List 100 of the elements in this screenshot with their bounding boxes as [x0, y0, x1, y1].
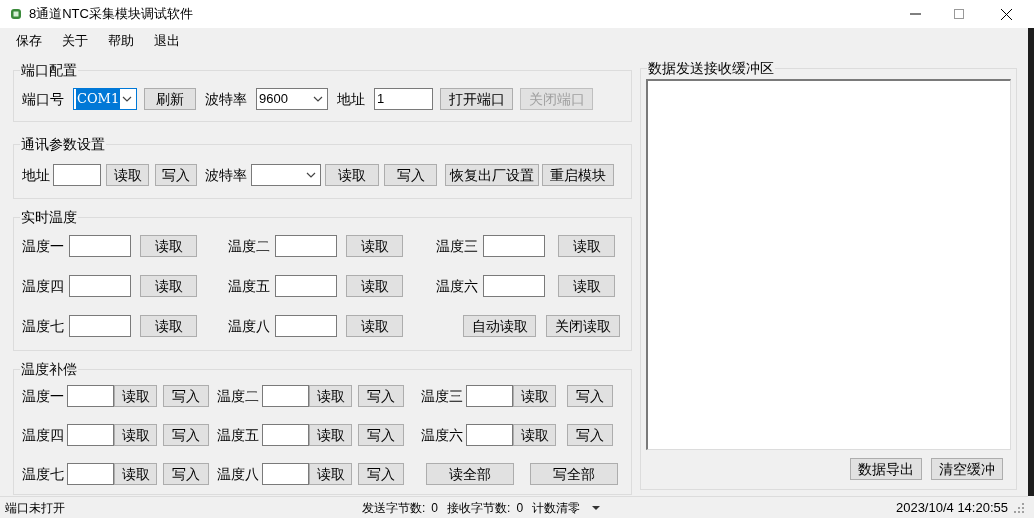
port-dropdown[interactable]: COM1: [73, 88, 137, 110]
maximize-icon[interactable]: [954, 9, 964, 19]
field-label: 温度六: [421, 425, 464, 445]
status-time: 2023/10/4 14:20:55: [895, 498, 1008, 517]
field-label: 温度五: [228, 276, 271, 296]
button[interactable]: 读取: [558, 275, 615, 297]
baud-dropdown[interactable]: [251, 164, 321, 186]
button[interactable]: 读取: [106, 164, 149, 186]
button[interactable]: 读取: [114, 424, 157, 446]
button[interactable]: 写入: [358, 463, 404, 485]
button[interactable]: 写入: [163, 463, 209, 485]
window-title: 8通道NTC采集模块调试软件: [29, 5, 193, 24]
menu-item[interactable]: 退出: [154, 31, 180, 51]
status-text: 端口未打开: [5, 499, 65, 517]
button[interactable]: 读取: [309, 424, 352, 446]
button[interactable]: 写入: [163, 424, 209, 446]
field-label: 温度八: [228, 316, 271, 336]
button[interactable]: 写入: [358, 424, 404, 446]
compensation-field[interactable]: [466, 424, 513, 446]
field-label: 温度七: [22, 316, 65, 336]
button[interactable]: 读取: [513, 385, 556, 407]
button[interactable]: 写入: [567, 424, 613, 446]
chevron-down-icon: [306, 172, 316, 178]
button[interactable]: 写入: [163, 385, 209, 407]
compensation-field[interactable]: [262, 385, 309, 407]
field-label: 温度二: [228, 236, 271, 256]
chevron-down-icon: [313, 96, 323, 102]
button[interactable]: 读全部: [426, 463, 514, 485]
temperature-field[interactable]: [69, 315, 131, 337]
menu-item[interactable]: 保存: [16, 31, 42, 51]
button[interactable]: 写入: [384, 164, 437, 186]
status-text: 接收字节数:: [447, 499, 511, 517]
button[interactable]: 重启模块: [542, 164, 614, 186]
field-label: 温度三: [436, 236, 479, 256]
address-field[interactable]: 1: [374, 88, 433, 110]
menu-item[interactable]: 关于: [62, 31, 88, 51]
compensation-field[interactable]: [67, 463, 114, 485]
reset-counter-dropdown[interactable]: 计数清零: [532, 498, 601, 517]
button[interactable]: 读取: [346, 235, 403, 257]
button[interactable]: 读取: [558, 235, 615, 257]
field-label: 温度三: [421, 386, 464, 406]
button[interactable]: 读取: [513, 424, 556, 446]
group-title: 温度补偿: [20, 360, 78, 379]
field-label: 地址: [22, 165, 50, 185]
temperature-field[interactable]: [275, 235, 337, 257]
menu-item[interactable]: 帮助: [108, 31, 134, 51]
field-label: 端口号: [22, 89, 64, 109]
button[interactable]: 读取: [140, 315, 197, 337]
button[interactable]: 恢复出厂设置: [445, 164, 539, 186]
button[interactable]: 读取: [140, 235, 197, 257]
button[interactable]: 打开端口: [440, 88, 513, 110]
compensation-field[interactable]: [466, 385, 513, 407]
button[interactable]: 自动读取: [463, 315, 536, 337]
group-title: 通讯参数设置: [20, 135, 106, 154]
status-text: 0: [431, 499, 439, 517]
button[interactable]: 读取: [309, 385, 352, 407]
close-icon[interactable]: [1001, 8, 1012, 20]
button[interactable]: 写入: [155, 164, 197, 186]
field-label: 温度八: [217, 464, 260, 484]
temperature-field[interactable]: [275, 315, 337, 337]
compensation-field[interactable]: [67, 424, 114, 446]
field-label: 波特率: [205, 165, 247, 185]
button[interactable]: 写入: [358, 385, 404, 407]
compensation-field[interactable]: [67, 385, 114, 407]
caret-icon: [592, 505, 601, 510]
field-label: 温度七: [22, 464, 65, 484]
temperature-field[interactable]: [69, 235, 131, 257]
resize-grip-icon: [1014, 502, 1024, 513]
button[interactable]: 数据导出: [850, 458, 922, 480]
field-label: 地址: [337, 89, 365, 109]
button[interactable]: 读取: [114, 463, 157, 485]
group-title: 数据发送接收缓冲区: [647, 59, 775, 78]
group-title: 实时温度: [20, 208, 78, 227]
temperature-field[interactable]: [483, 275, 545, 297]
temperature-field[interactable]: [275, 275, 337, 297]
field-label: 温度六: [436, 276, 479, 296]
compensation-field[interactable]: [262, 463, 309, 485]
button[interactable]: 写入: [567, 385, 613, 407]
status-text: 0: [516, 499, 524, 517]
field-label: 温度二: [217, 386, 260, 406]
temperature-field[interactable]: [483, 235, 545, 257]
field-label: 温度四: [22, 425, 65, 445]
button[interactable]: 读取: [114, 385, 157, 407]
button[interactable]: 刷新: [144, 88, 196, 110]
button[interactable]: 读取: [346, 315, 403, 337]
button[interactable]: 读取: [346, 275, 403, 297]
button[interactable]: 关闭读取: [546, 315, 620, 337]
compensation-field[interactable]: [262, 424, 309, 446]
button[interactable]: 清空缓冲: [931, 458, 1003, 480]
button[interactable]: 写全部: [530, 463, 618, 485]
field-label: 波特率: [205, 89, 247, 109]
status-text: 发送字节数:: [362, 499, 426, 517]
button[interactable]: 读取: [325, 164, 379, 186]
field-label: 温度五: [217, 425, 260, 445]
field-label: 温度一: [22, 386, 65, 406]
baud-dropdown[interactable]: 9600: [256, 88, 328, 110]
button[interactable]: 读取: [309, 463, 352, 485]
address-field[interactable]: [53, 164, 101, 186]
temperature-field[interactable]: [69, 275, 131, 297]
button[interactable]: 读取: [140, 275, 197, 297]
